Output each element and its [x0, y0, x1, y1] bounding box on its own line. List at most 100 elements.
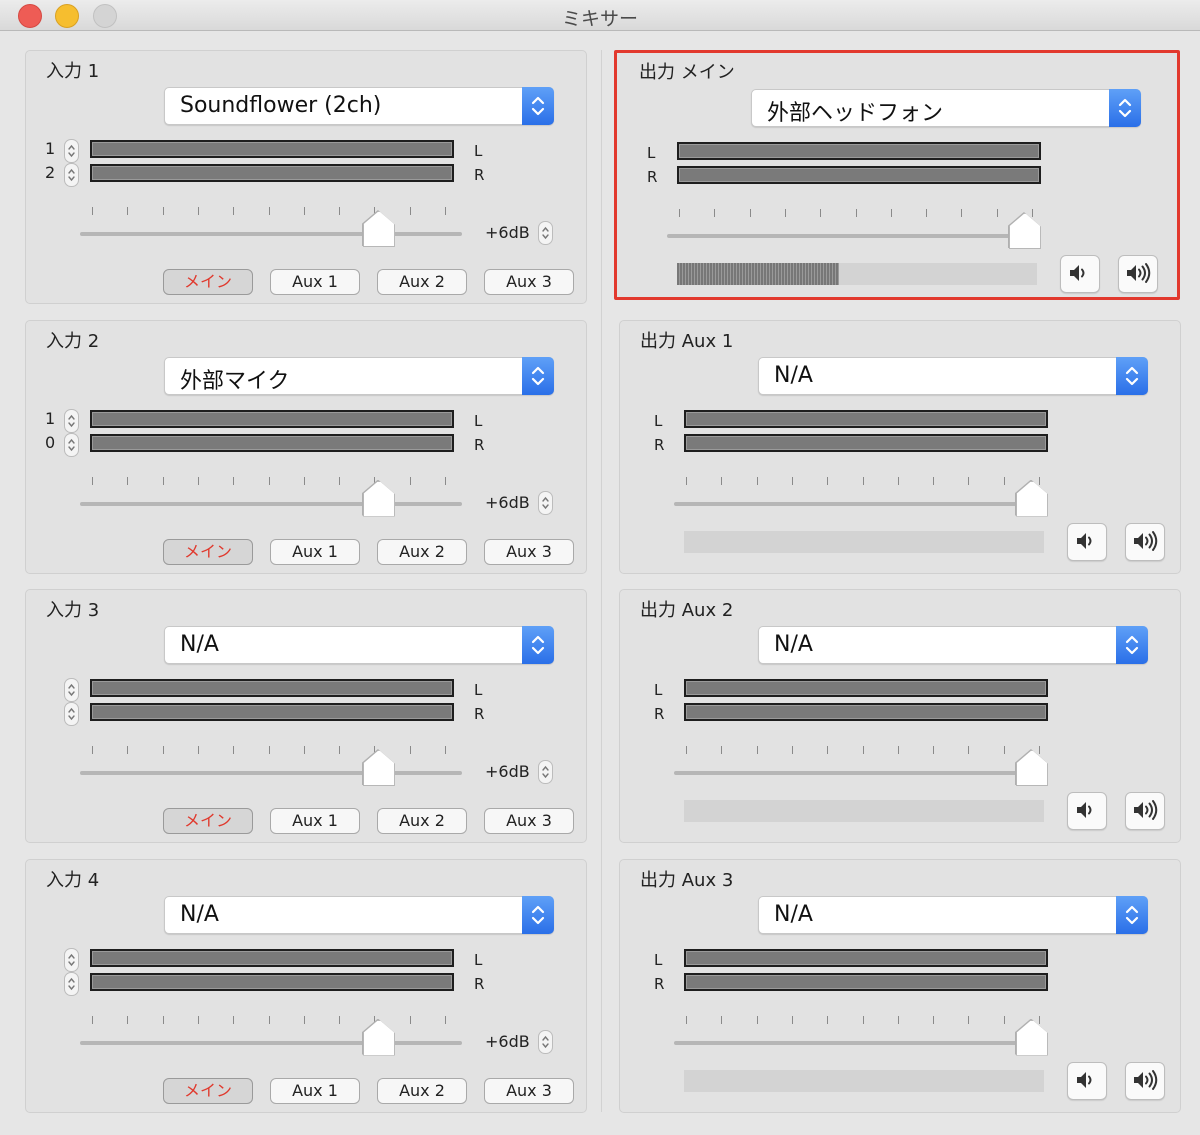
volume-down-button[interactable] — [1060, 255, 1100, 293]
volume-slider-track[interactable] — [674, 771, 1042, 775]
volume-slider-knob[interactable] — [1015, 750, 1048, 786]
volume-up-button[interactable] — [1125, 1061, 1165, 1100]
slider-tick — [897, 476, 899, 485]
chevron-updown-icon — [1116, 356, 1148, 395]
route-button-aux-2[interactable]: Aux 2 — [377, 1077, 467, 1104]
slider-tick — [233, 746, 235, 754]
volume-slider-knob[interactable] — [362, 480, 395, 517]
route-button-main[interactable]: メイン — [163, 538, 253, 565]
route-button-aux-2[interactable]: Aux 2 — [377, 808, 467, 834]
device-popup[interactable]: 外部ヘッドフォン — [751, 89, 1141, 127]
route-button-aux-1[interactable]: Aux 1 — [270, 808, 360, 834]
volume-down-button[interactable] — [1067, 1061, 1107, 1100]
volume-slider-track[interactable] — [80, 501, 462, 506]
title-bar: ミキサー — [0, 0, 1200, 31]
route-button-aux-2[interactable]: Aux 2 — [377, 538, 467, 565]
output-title: 出力 Aux 3 — [640, 869, 734, 891]
volume-down-button[interactable] — [1067, 522, 1107, 561]
volume-slider-track[interactable] — [674, 501, 1042, 506]
slider-tick — [127, 207, 129, 215]
device-popup[interactable]: Soundflower (2ch) — [164, 87, 554, 125]
volume-slider-knob[interactable] — [1008, 213, 1041, 249]
volume-slider-knob[interactable] — [362, 750, 395, 786]
gain-stepper[interactable] — [538, 490, 553, 515]
gain-value: +6dB — [485, 492, 530, 512]
level-meter-l — [90, 948, 454, 967]
slider-tick — [1039, 1015, 1040, 1024]
slider-tick — [933, 1015, 935, 1024]
window-bottom — [0, 1114, 1200, 1135]
level-meter-r — [684, 703, 1048, 721]
slider-tick — [1003, 476, 1005, 485]
volume-slider-knob[interactable] — [362, 211, 395, 247]
volume-slider-track[interactable] — [80, 771, 462, 775]
volume-down-button[interactable] — [1067, 792, 1107, 830]
level-meter-l — [684, 679, 1048, 697]
input-group-3: 入力 3 N/A L R +6dB メイン Aux 1 Aux 2 Aux 3 — [25, 589, 587, 843]
route-button-aux-3[interactable]: Aux 3 — [484, 538, 574, 565]
input-group-1: 入力 1 Soundflower (2ch) 1 L 2 R +6dB メイン Aux 1 Aux… — [25, 50, 587, 304]
volume-up-button[interactable] — [1125, 522, 1165, 561]
slider-tick — [756, 1015, 758, 1024]
device-popup-value: 外部ヘッドフォン — [767, 101, 944, 126]
slider-tick — [897, 746, 899, 754]
channel-stepper[interactable] — [64, 408, 79, 433]
route-button-aux-3[interactable]: Aux 3 — [484, 269, 574, 295]
slider-tick — [339, 476, 341, 485]
route-button-aux-2[interactable]: Aux 2 — [377, 269, 467, 295]
channel-label-r: R — [647, 168, 658, 186]
slider-tick — [721, 746, 723, 754]
device-popup[interactable]: N/A — [758, 356, 1148, 395]
route-button-aux-3[interactable]: Aux 3 — [484, 808, 574, 834]
slider-tick — [968, 1015, 970, 1024]
level-meter-r — [677, 166, 1041, 184]
channel-stepper[interactable] — [64, 163, 79, 187]
slider-tick — [686, 476, 687, 485]
slider-tick — [233, 476, 235, 485]
slider-tick — [933, 476, 935, 485]
route-button-aux-1[interactable]: Aux 1 — [270, 1077, 360, 1104]
chevron-updown-icon — [522, 356, 554, 395]
gain-stepper[interactable] — [538, 760, 553, 784]
gain-stepper[interactable] — [538, 221, 553, 245]
volume-up-button[interactable] — [1118, 255, 1158, 293]
route-button-main[interactable]: メイン — [163, 269, 253, 295]
device-popup-value: N/A — [774, 901, 813, 927]
volume-slider-knob[interactable] — [1015, 1019, 1048, 1056]
volume-slider-track[interactable] — [80, 1040, 462, 1045]
channel-stepper[interactable] — [64, 678, 79, 702]
gain-stepper[interactable] — [538, 1029, 553, 1054]
output-group-aux-1: 出力 Aux 1 N/A L R — [619, 319, 1181, 574]
volume-slider-knob[interactable] — [362, 1019, 395, 1056]
route-button-aux-3[interactable]: Aux 3 — [484, 1077, 574, 1104]
level-meter-r — [90, 703, 454, 721]
channel-stepper[interactable] — [64, 139, 79, 163]
volume-up-button[interactable] — [1125, 792, 1165, 830]
volume-slider-track[interactable] — [667, 234, 1035, 238]
device-popup-value: Soundflower (2ch) — [180, 93, 382, 118]
channel-stepper[interactable] — [64, 947, 79, 972]
slider-tick — [268, 746, 270, 754]
channel-stepper[interactable] — [64, 971, 79, 996]
route-button-main[interactable]: メイン — [163, 1077, 253, 1104]
device-popup[interactable]: N/A — [164, 626, 554, 664]
device-popup[interactable]: N/A — [758, 626, 1148, 664]
route-button-main[interactable]: メイン — [163, 808, 253, 834]
output-level-fill — [677, 263, 839, 285]
device-popup[interactable]: N/A — [758, 895, 1148, 934]
device-popup[interactable]: 外部マイク — [164, 356, 554, 395]
slider-tick — [679, 209, 680, 217]
route-button-aux-1[interactable]: Aux 1 — [270, 269, 360, 295]
device-popup[interactable]: N/A — [164, 895, 554, 934]
slider-tick — [827, 1015, 829, 1024]
volume-slider-track[interactable] — [674, 1040, 1042, 1045]
volume-slider-track[interactable] — [80, 232, 462, 236]
channel-stepper[interactable] — [64, 702, 79, 726]
device-popup-value: 外部マイク — [180, 368, 290, 394]
output-group-aux-3: 出力 Aux 3 N/A L R — [619, 858, 1181, 1113]
volume-slider-knob[interactable] — [1015, 480, 1048, 517]
channel-stepper[interactable] — [64, 432, 79, 457]
output-title: 出力 Aux 1 — [640, 330, 734, 352]
slider-tick — [862, 476, 864, 485]
route-button-aux-1[interactable]: Aux 1 — [270, 538, 360, 565]
